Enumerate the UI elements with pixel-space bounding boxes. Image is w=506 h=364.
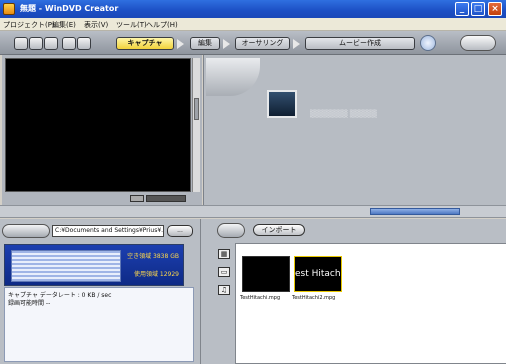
media-file-name: TestHitachi.mpg xyxy=(240,295,281,301)
media-thumbnail[interactable] xyxy=(242,256,290,292)
device-label: ▒▒▒▒▒▒▒ ▒▒▒▒▒ xyxy=(310,110,377,118)
media-list: TestHitachi.mpg est Hitach TestHitachi2.… xyxy=(235,243,506,364)
pane-divider[interactable] xyxy=(0,205,506,218)
image-filter-icon[interactable]: ▭ xyxy=(218,267,230,277)
menu-bar: プロジェクト(P) 編集(E) 表示(V) ツール(T) ヘルプ(H) xyxy=(0,18,506,31)
capture-settings-pane: C:¥Documents and Settings¥Prius¥.. ... 空… xyxy=(0,219,200,364)
folder-icon[interactable] xyxy=(217,223,245,238)
recording-time: 録画可能時間 -- xyxy=(8,300,51,307)
progress-slot xyxy=(370,208,460,215)
media-library-pane: インポート ▦ ▭ ♫ TestHitachi.mpg est Hitach T… xyxy=(200,219,506,364)
media-thumbnail[interactable]: est Hitach xyxy=(294,256,342,292)
media-file-name: TestHitachi2.mpg xyxy=(292,295,336,301)
window-title: 無題 - WinDVD Creator xyxy=(20,4,119,13)
import-button[interactable]: インポート xyxy=(253,224,305,236)
menu-view[interactable]: 表示(V) xyxy=(84,20,108,30)
camcorder-device-icon[interactable] xyxy=(267,90,297,118)
video-preview xyxy=(5,58,191,192)
capture-device-hub-icon xyxy=(206,58,260,96)
preview-play-button[interactable] xyxy=(130,195,144,202)
thumbnail-text: est Hitach xyxy=(295,269,341,279)
step-arrow-icon xyxy=(293,39,300,49)
browse-folder-button[interactable]: ... xyxy=(167,225,193,237)
title-bar: 無題 - WinDVD Creator _ □ × xyxy=(0,0,506,18)
step-arrow-icon xyxy=(177,39,184,49)
step-arrow-icon xyxy=(223,39,230,49)
disk-free-label: 空き領域 3838 GB xyxy=(127,253,179,260)
toolbar: キャプチャ 編集 オーサリング ムービー作成 xyxy=(0,31,506,55)
menu-edit[interactable]: 編集(E) xyxy=(52,20,76,30)
preview-controls xyxy=(130,195,190,203)
menu-tools[interactable]: ツール(T) xyxy=(116,20,147,30)
disk-used-label: 使用領域 12929 xyxy=(134,271,179,278)
path-row: C:¥Documents and Settings¥Prius¥.. ... xyxy=(2,224,198,239)
disc-icon[interactable] xyxy=(420,35,436,51)
preview-position-bar[interactable] xyxy=(146,195,186,202)
settings-tools-icon[interactable] xyxy=(460,35,496,51)
close-button[interactable]: × xyxy=(488,2,502,16)
capture-devices-pane: ▒▒▒▒▒▒▒ ▒▒▒▒▒ xyxy=(203,55,506,205)
menu-help[interactable]: ヘルプ(H) xyxy=(146,20,178,30)
minimize-button[interactable]: _ xyxy=(455,2,469,16)
drive-icon xyxy=(2,224,50,238)
open-project-icon[interactable] xyxy=(29,37,43,50)
video-filter-icon[interactable]: ▦ xyxy=(218,249,230,259)
undo-icon[interactable] xyxy=(62,37,76,50)
save-project-icon[interactable] xyxy=(44,37,58,50)
scrollbar-thumb[interactable] xyxy=(194,98,199,120)
tab-capture[interactable]: キャプチャ xyxy=(116,37,174,50)
disk-usage-bars xyxy=(11,250,121,282)
tab-make-movie[interactable]: ムービー作成 xyxy=(305,37,415,50)
preview-scrollbar[interactable] xyxy=(192,58,200,192)
app-icon xyxy=(3,3,15,15)
redo-icon[interactable] xyxy=(77,37,91,50)
menu-project[interactable]: プロジェクト(P) xyxy=(3,20,55,30)
audio-filter-icon[interactable]: ♫ xyxy=(218,285,230,295)
new-project-icon[interactable] xyxy=(14,37,28,50)
tab-authoring[interactable]: オーサリング xyxy=(235,37,290,50)
maximize-button[interactable]: □ xyxy=(471,2,485,16)
disk-usage-panel: 空き領域 3838 GB 使用領域 12929 xyxy=(4,244,184,286)
capture-info-panel: キャプチャ データレート : 0 KB / sec 録画可能時間 -- xyxy=(4,287,194,362)
capture-path-field[interactable]: C:¥Documents and Settings¥Prius¥.. xyxy=(52,225,164,237)
tab-edit[interactable]: 編集 xyxy=(190,37,220,50)
